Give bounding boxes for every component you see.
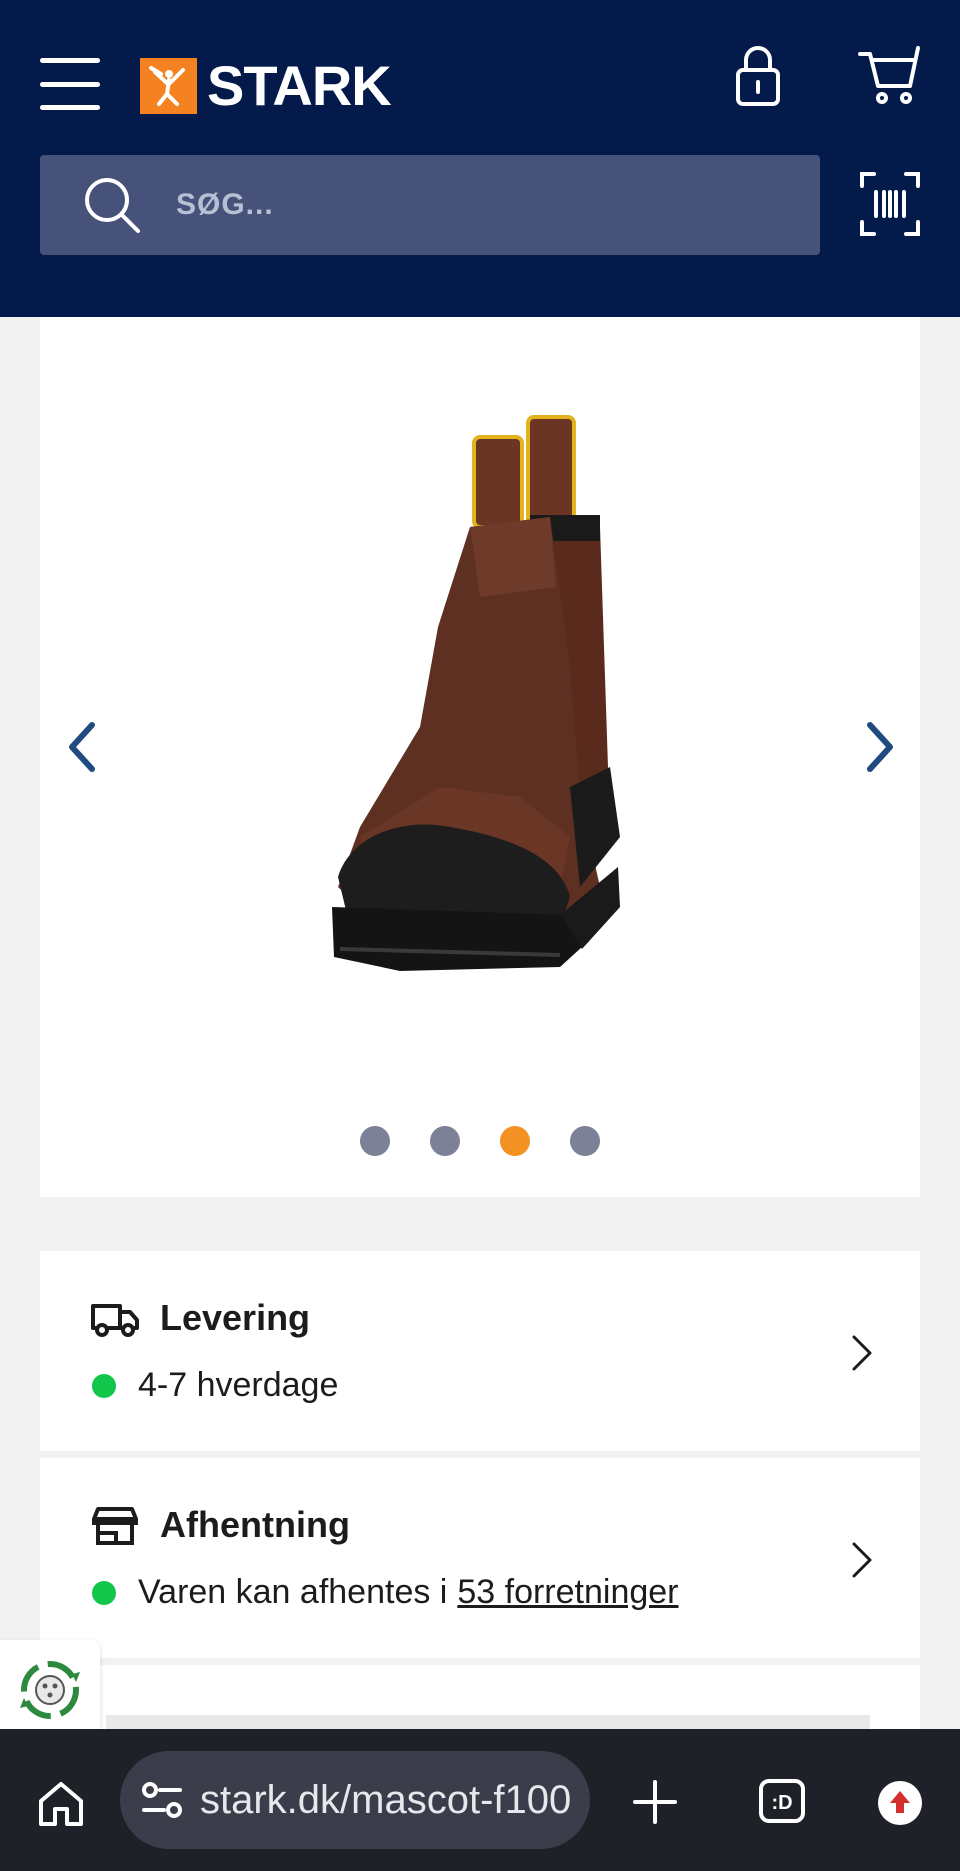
gallery-dot-2[interactable] <box>430 1126 460 1156</box>
delivery-truck-icon <box>91 1304 139 1337</box>
address-bar[interactable]: stark.dk/mascot-f100 <box>120 1751 590 1849</box>
hamburger-menu-button[interactable] <box>40 58 100 110</box>
url-text: stark.dk/mascot-f100 <box>200 1777 572 1822</box>
tabs-count-label: :D <box>771 1792 792 1814</box>
login-lock-button[interactable] <box>730 42 786 108</box>
pickup-title: Afhentning <box>160 1504 350 1545</box>
shopping-cart-icon <box>858 46 920 104</box>
delivery-card[interactable]: Levering 4-7 hverdage <box>40 1251 920 1451</box>
delivery-title: Levering <box>160 1297 311 1338</box>
product-image-gallery[interactable] <box>40 317 920 1197</box>
gallery-pagination <box>40 1126 920 1158</box>
stark-logo-text: STARK <box>207 54 392 117</box>
gallery-next-button[interactable] <box>858 715 902 779</box>
pickup-status-text: Varen kan afhentes i <box>138 1573 448 1611</box>
menu-line <box>40 81 100 87</box>
update-button[interactable] <box>876 1779 924 1827</box>
store-count-link[interactable]: 53 forretninger <box>457 1573 678 1612</box>
gallery-prev-button[interactable] <box>60 715 104 779</box>
tabs-icon: :D <box>759 1779 805 1823</box>
menu-line <box>40 58 100 63</box>
search-icon <box>85 178 140 233</box>
pickup-status: Varen kan afhentes i 53 forretninger <box>92 1573 679 1612</box>
search-placeholder: SØG... <box>176 188 274 221</box>
gallery-dot-3-active[interactable] <box>500 1126 530 1156</box>
gallery-dot-1[interactable] <box>360 1126 390 1156</box>
browser-toolbar: stark.dk/mascot-f100 :D <box>0 1729 960 1871</box>
cart-button[interactable] <box>858 44 922 106</box>
barcode-scan-button[interactable] <box>860 172 920 236</box>
chevron-right-icon <box>867 722 893 772</box>
gallery-dot-4[interactable] <box>570 1126 600 1156</box>
stark-logo[interactable]: STARK <box>140 54 392 117</box>
home-icon <box>39 1782 83 1826</box>
tab-switcher-button[interactable]: :D <box>758 1778 806 1824</box>
browser-home-button[interactable] <box>36 1779 86 1829</box>
status-available-dot <box>92 1580 116 1605</box>
product-boot-image <box>332 415 620 971</box>
delivery-status: 4-7 hverdage <box>92 1366 338 1405</box>
chevron-right-icon <box>852 1542 872 1578</box>
chevron-right-icon <box>852 1335 872 1371</box>
arrow-up-circle-icon <box>878 1781 922 1825</box>
new-tab-button[interactable] <box>632 1779 678 1825</box>
plus-icon <box>633 1780 677 1824</box>
lock-icon <box>736 46 780 106</box>
menu-line <box>40 105 100 110</box>
chevron-left-icon <box>69 722 95 772</box>
search-input[interactable]: SØG... <box>40 155 820 255</box>
site-settings-icon <box>142 1782 182 1818</box>
store-icon <box>92 1507 138 1545</box>
delivery-header: Levering <box>90 1297 310 1339</box>
site-header: STARK SØG... <box>0 0 960 317</box>
status-available-dot <box>92 1373 116 1398</box>
recycle-badge-button[interactable] <box>0 1640 100 1740</box>
pickup-header: Afhentning <box>90 1504 350 1546</box>
stark-logo-mark-icon <box>140 58 197 114</box>
pickup-card[interactable]: Afhentning Varen kan afhentes i 53 forre… <box>40 1458 920 1658</box>
recycle-icon <box>20 1661 80 1719</box>
barcode-scanner-icon <box>860 172 920 236</box>
delivery-time-text: 4-7 hverdage <box>138 1366 339 1404</box>
